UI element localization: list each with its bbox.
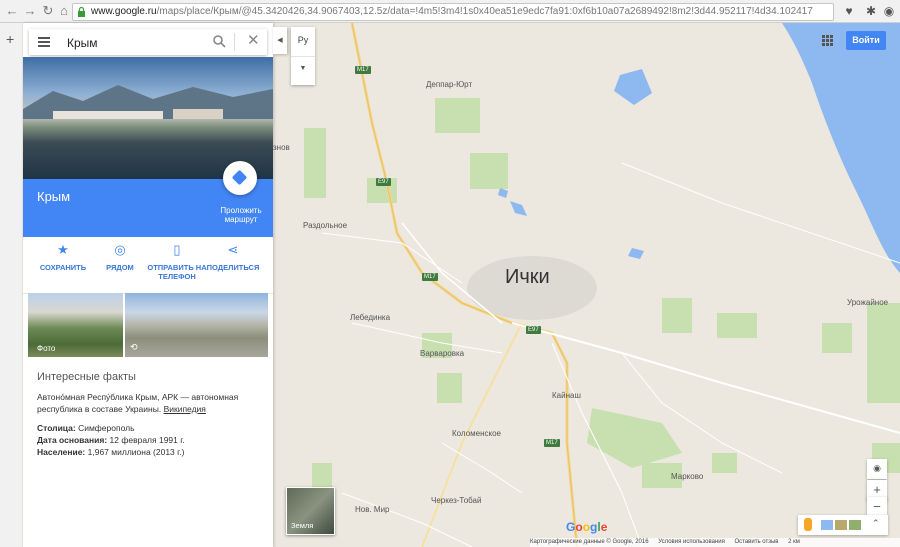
language-button[interactable]: Ру (291, 35, 315, 45)
road-shield: M17 (544, 439, 560, 447)
home-icon[interactable]: ⌂ (56, 3, 72, 19)
back-icon[interactable]: ← (4, 3, 20, 19)
road-shield: E97 (526, 326, 541, 334)
share-button[interactable]: ⋖ ПОДЕЛИТЬСЯ (203, 242, 263, 273)
send-to-phone-button[interactable]: ▯ ОТПРАВИТЬ НА ТЕЛЕФОН (147, 242, 207, 282)
zoom-controls: ◉ + − (867, 459, 887, 517)
map-layers-bar: ⌃ (798, 515, 888, 535)
reload-icon[interactable]: ↻ (40, 3, 56, 19)
place-label[interactable]: Черкез-Тобай (431, 496, 481, 505)
nearby-button[interactable]: ◎ РЯДОМ (90, 242, 150, 273)
nearby-icon: ◎ (114, 242, 126, 257)
action-bar: ★ СОХРАНИТЬ ◎ РЯДОМ ▯ ОТПРАВИТЬ НА ТЕЛЕФ… (23, 237, 273, 294)
scale-label: 2 км (788, 539, 800, 545)
map-data-credit: Картографические данные © Google, 2016 (530, 539, 649, 545)
road-shield: M17 (422, 273, 438, 281)
place-label[interactable]: знов (273, 143, 290, 152)
collapse-panel-button[interactable]: ◀ (273, 27, 287, 54)
wikipedia-link[interactable]: Википедия (164, 404, 206, 414)
facts-heading: Интересные факты (37, 371, 136, 383)
share-icon: ⋖ (227, 242, 239, 257)
place-label[interactable]: Коломенское (452, 429, 501, 438)
panorama-icon: ⟲ (130, 342, 138, 352)
my-location-icon[interactable]: ◉ (867, 459, 887, 479)
layer-thumb[interactable] (835, 520, 847, 530)
apps-grid-icon[interactable] (822, 35, 833, 46)
place-label[interactable]: Лебединка (350, 313, 390, 322)
place-title: Крым (37, 189, 71, 204)
directions-icon (231, 169, 248, 186)
zoom-out-button[interactable]: − (867, 497, 887, 517)
place-panel: Крым ✕ Крым Проложить маршрут ★ СОХРАНИТ… (23, 23, 273, 547)
terms-link[interactable]: Условия использования (658, 539, 725, 545)
place-label[interactable]: Урожайное (847, 298, 888, 307)
directions-label[interactable]: Проложить маршрут (213, 206, 269, 224)
menu-icon[interactable] (38, 37, 50, 47)
directions-button[interactable] (223, 161, 257, 195)
place-label[interactable]: Нов. Мир (355, 505, 390, 514)
layer-thumb[interactable] (821, 520, 833, 530)
search-icon[interactable] (212, 34, 226, 48)
star-icon: ★ (57, 242, 69, 257)
place-label[interactable]: Варваровка (420, 349, 464, 358)
road-shield: E97 (376, 178, 391, 186)
earth-label: Земля (291, 521, 314, 530)
panorama-thumbnail[interactable]: ⟲ (125, 293, 268, 357)
new-tab-icon[interactable]: + (6, 31, 14, 47)
earth-view-button[interactable]: Земля (286, 487, 335, 535)
place-label[interactable]: Раздольное (303, 221, 347, 230)
close-icon[interactable]: ✕ (247, 33, 260, 49)
search-box[interactable]: Крым ✕ (29, 29, 267, 55)
place-label[interactable]: Марково (671, 472, 703, 481)
account-icon[interactable]: ◉ (882, 4, 896, 18)
forward-icon[interactable]: → (22, 3, 38, 19)
layer-thumb[interactable] (849, 520, 861, 530)
extension-icon[interactable]: ✱ (864, 4, 878, 18)
browser-toolbar: ← → ↻ ⌂ www.google.ru/maps/place/Крым/@4… (0, 0, 900, 23)
fact-capital: Столица: Симферополь (37, 423, 135, 433)
pegman-icon[interactable] (804, 518, 812, 531)
divider (234, 33, 235, 51)
map-footer: Картографические данные © Google, 2016 У… (530, 538, 900, 547)
address-bar[interactable]: www.google.ru/maps/place/Крым/@45.342042… (72, 3, 834, 21)
facts-description: Автоно́мная Респу́блика Крым, АРК — авто… (37, 392, 239, 414)
city-label-main[interactable]: Ички (505, 266, 550, 289)
road-shield: M17 (355, 66, 371, 74)
google-logo: Google (566, 520, 608, 534)
phone-send-icon: ▯ (173, 242, 181, 257)
save-button[interactable]: ★ СОХРАНИТЬ (33, 242, 93, 273)
fact-founded: Дата основания: 12 февраля 1991 г. (37, 435, 185, 445)
place-label[interactable]: Кайнаш (552, 391, 581, 400)
url-text: www.google.ru/maps/place/Крым/@45.342042… (91, 6, 813, 17)
chevron-down-icon[interactable]: ▼ (291, 65, 315, 72)
bookmark-heart-icon[interactable]: ♥ (842, 4, 856, 18)
fact-population: Население: 1,967 миллиона (2013 г.) (37, 447, 185, 457)
photo-thumbnail[interactable]: Фото (28, 293, 123, 357)
browser-side-strip: + (0, 23, 23, 547)
expand-icon[interactable]: ⌃ (872, 518, 880, 529)
divider (291, 56, 315, 57)
place-label[interactable]: Деппар-Юрт (426, 80, 472, 89)
photo-label: Фото (37, 344, 56, 353)
search-input[interactable]: Крым (67, 36, 98, 50)
login-button[interactable]: Войти (846, 31, 886, 50)
lock-icon (78, 6, 85, 17)
feedback-link[interactable]: Оставить отзыв (735, 539, 779, 545)
language-control[interactable]: Ру ▼ (291, 27, 315, 85)
hero-mountains (23, 85, 273, 119)
